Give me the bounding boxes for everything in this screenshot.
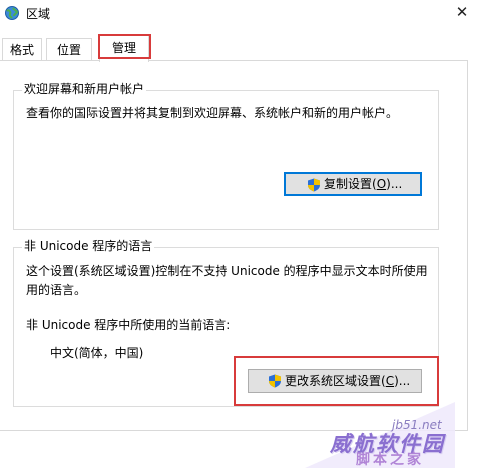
current-language-value: 中文(简体，中国)	[50, 346, 144, 360]
title-bar: 区域 ✕	[0, 0, 477, 26]
copy-settings-button[interactable]: 复制设置(O)...	[284, 172, 422, 196]
close-icon: ✕	[455, 3, 469, 21]
globe-icon	[5, 6, 19, 20]
non-unicode-description-line2: 用的语言。	[26, 283, 87, 297]
tab-location-label: 位置	[56, 43, 81, 57]
highlight-box-tab	[98, 34, 151, 59]
close-button[interactable]: ✕	[447, 0, 477, 26]
welcome-description: 查看你的国际设置并将其复制到欢迎屏幕、系统帐户和新的用户帐户。	[26, 106, 399, 120]
welcome-group-legend: 欢迎屏幕和新用户帐户	[22, 80, 147, 97]
tab-format[interactable]: 格式	[2, 38, 42, 61]
window-title: 区域	[26, 7, 51, 21]
uac-shield-icon	[308, 178, 320, 192]
tab-location[interactable]: 位置	[46, 38, 92, 61]
non-unicode-description-line1: 这个设置(系统区域设置)控制在不支持 Unicode 的程序中显示文本时所使用	[26, 264, 428, 278]
copy-settings-label: 复制设置(O)...	[324, 177, 403, 191]
non-unicode-group-legend: 非 Unicode 程序的语言	[22, 237, 155, 254]
tab-format-label: 格式	[9, 43, 34, 57]
watermark-name: 脚本之家	[356, 452, 424, 468]
current-language-label: 非 Unicode 程序中所使用的当前语言:	[26, 318, 231, 332]
tab-strip: 格式 位置 管理	[0, 33, 477, 62]
highlight-box-button	[234, 356, 439, 406]
